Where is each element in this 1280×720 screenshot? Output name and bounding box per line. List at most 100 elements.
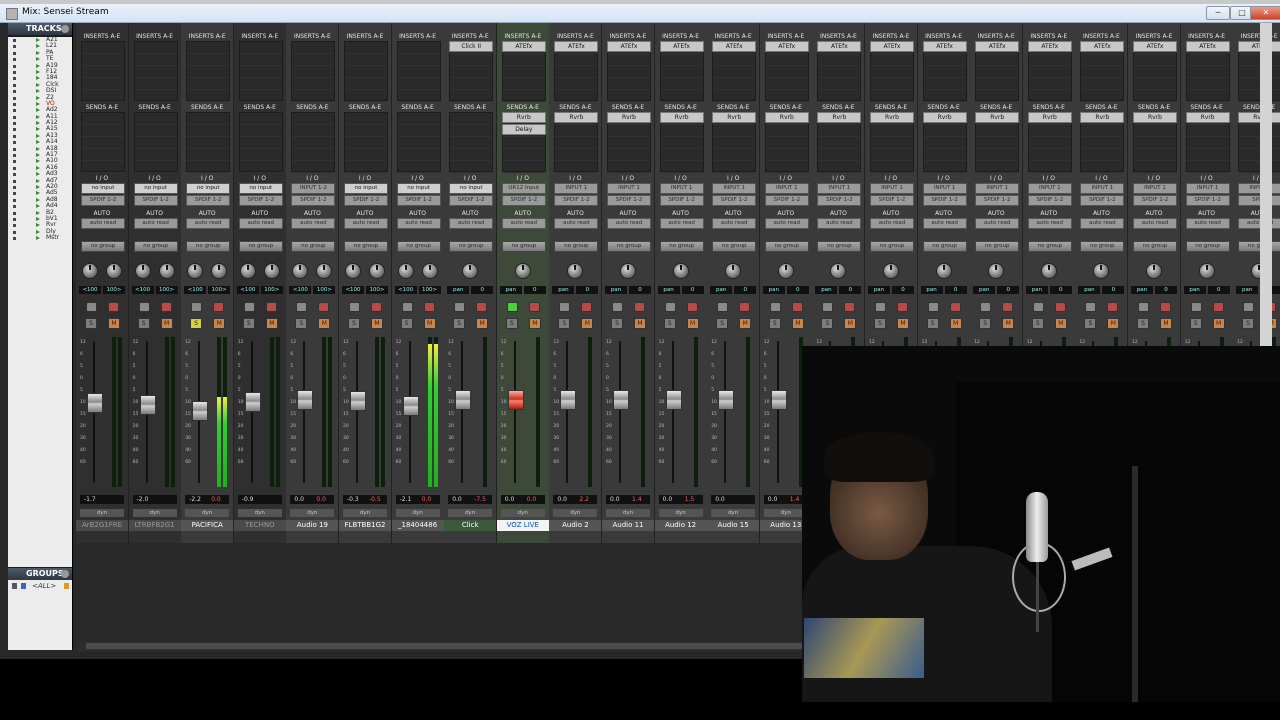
insert-plugin[interactable]: ATEfx	[922, 41, 967, 52]
send-plugin[interactable]: Rvrb	[501, 112, 546, 123]
track-name[interactable]: Audio 19	[286, 520, 339, 531]
input-selector[interactable]: INPUT 1	[817, 183, 862, 194]
fader-track[interactable]	[461, 341, 464, 483]
group-selector[interactable]: no group	[186, 241, 231, 252]
send-plugin[interactable]: Rvrb	[1027, 112, 1072, 123]
pan-knob[interactable]	[514, 263, 531, 279]
dyn-button[interactable]: dyn	[500, 509, 545, 517]
input-monitor-button[interactable]	[822, 302, 834, 312]
fader-track[interactable]	[776, 341, 779, 483]
volume-fader[interactable]	[455, 390, 472, 410]
solo-button[interactable]: S	[716, 318, 729, 329]
output-selector[interactable]: SPDIF 1-2	[396, 195, 441, 206]
insert-plugin[interactable]: ATEfx	[975, 41, 1020, 52]
insert-plugin[interactable]: ATEfx	[817, 41, 862, 52]
send-plugin[interactable]: Delay	[501, 124, 546, 135]
record-enable-button[interactable]	[1054, 302, 1066, 312]
input-monitor-button[interactable]	[927, 302, 939, 312]
pan-knob-left[interactable]	[82, 263, 98, 279]
input-selector[interactable]: INPUT 1	[1185, 183, 1230, 194]
input-monitor-button[interactable]	[875, 302, 886, 312]
group-selector[interactable]: no group	[1080, 241, 1125, 252]
input-selector[interactable]: INPUT 1	[922, 183, 967, 194]
track-name[interactable]: Audio 15	[707, 520, 760, 531]
send-plugin[interactable]: Rvrb	[975, 112, 1020, 123]
insert-plugin[interactable]: ATEfx	[1080, 41, 1125, 52]
mute-button[interactable]: M	[213, 318, 226, 329]
input-monitor-button[interactable]	[1032, 302, 1044, 312]
group-selector[interactable]: no group	[291, 241, 336, 252]
solo-button[interactable]: S	[295, 318, 308, 329]
pan-knob[interactable]	[1093, 263, 1110, 279]
fader-track[interactable]	[303, 341, 306, 483]
input-monitor-button[interactable]	[1243, 302, 1255, 312]
input-monitor-button[interactable]	[349, 302, 360, 312]
volume-fader[interactable]	[350, 391, 366, 411]
insert-slots[interactable]	[396, 41, 441, 102]
pan-knob-right[interactable]	[421, 263, 438, 279]
input-monitor-button[interactable]	[138, 302, 150, 312]
pan-knob-right[interactable]	[106, 263, 122, 279]
record-enable-button[interactable]	[108, 302, 119, 312]
solo-button[interactable]: S	[558, 318, 571, 329]
record-enable-button[interactable]	[844, 302, 856, 312]
pan-knob-left[interactable]	[187, 263, 204, 279]
panel-menu-icon[interactable]	[61, 570, 69, 578]
pan-knob[interactable]	[1198, 263, 1215, 279]
input-monitor-button[interactable]	[664, 302, 676, 312]
mute-button[interactable]: M	[160, 318, 173, 329]
mute-button[interactable]: M	[1160, 318, 1172, 329]
record-enable-button[interactable]	[1212, 302, 1224, 312]
input-monitor-button[interactable]	[243, 302, 255, 312]
group-selector[interactable]: no group	[344, 241, 388, 252]
volume-fader[interactable]	[613, 390, 629, 410]
dyn-button[interactable]: dyn	[395, 509, 440, 517]
input-selector[interactable]: INPUT 1	[1027, 183, 1072, 194]
tracks-panel-header[interactable]: TRACKS	[8, 23, 72, 35]
automation-mode-selector[interactable]: auto read	[554, 218, 599, 229]
automation-mode-selector[interactable]: auto read	[870, 218, 914, 229]
automation-mode-selector[interactable]: auto read	[238, 218, 283, 229]
pan-knob[interactable]	[672, 263, 689, 279]
insert-plugin[interactable]: ATEfx	[607, 41, 651, 52]
input-selector[interactable]: no input	[396, 183, 441, 194]
input-monitor-button[interactable]	[506, 302, 518, 312]
record-enable-button[interactable]	[1107, 302, 1119, 312]
record-enable-button[interactable]	[739, 302, 751, 312]
solo-button[interactable]: S	[1242, 318, 1255, 329]
volume-fader[interactable]	[507, 390, 524, 410]
track-name[interactable]: Click	[444, 520, 497, 531]
dyn-button[interactable]: dyn	[237, 509, 282, 517]
automation-mode-selector[interactable]: auto read	[133, 218, 178, 229]
volume-fader[interactable]	[665, 390, 682, 410]
send-plugin[interactable]: Rvrb	[1133, 112, 1177, 123]
input-selector[interactable]: INPUT 1	[1080, 183, 1125, 194]
dyn-button[interactable]: dyn	[606, 509, 650, 517]
mute-button[interactable]: M	[897, 318, 909, 329]
fader-track[interactable]	[250, 341, 253, 483]
insert-plugin[interactable]: Click II	[449, 41, 494, 52]
track-name[interactable]: TECHNO	[233, 520, 286, 531]
input-selector[interactable]: INPUT 1	[764, 183, 809, 194]
mute-button[interactable]: M	[1107, 318, 1120, 329]
fader-track[interactable]	[724, 341, 727, 483]
mute-button[interactable]: M	[1054, 318, 1067, 329]
send-slots[interactable]	[186, 112, 231, 173]
group-item-all[interactable]: <ALL>	[32, 582, 56, 590]
mute-button[interactable]: M	[739, 318, 752, 329]
send-slots[interactable]	[133, 112, 178, 173]
input-selector[interactable]: INPUT 1	[712, 183, 757, 194]
record-enable-button[interactable]	[1002, 302, 1014, 312]
pan-knob[interactable]	[725, 263, 742, 279]
track-name[interactable]: _18404486	[391, 520, 444, 531]
pan-knob-right[interactable]	[316, 263, 333, 279]
record-enable-button[interactable]	[581, 302, 593, 312]
input-monitor-button[interactable]	[769, 302, 781, 312]
input-selector[interactable]: INPUT 1	[607, 183, 651, 194]
automation-mode-selector[interactable]: auto read	[1080, 218, 1125, 229]
volume-fader[interactable]	[402, 396, 419, 416]
volume-fader[interactable]	[770, 390, 787, 410]
output-selector[interactable]: SPDIF 1-2	[291, 195, 336, 206]
record-enable-button[interactable]	[897, 302, 908, 312]
output-selector[interactable]: SPDIF 1-2	[607, 195, 651, 206]
